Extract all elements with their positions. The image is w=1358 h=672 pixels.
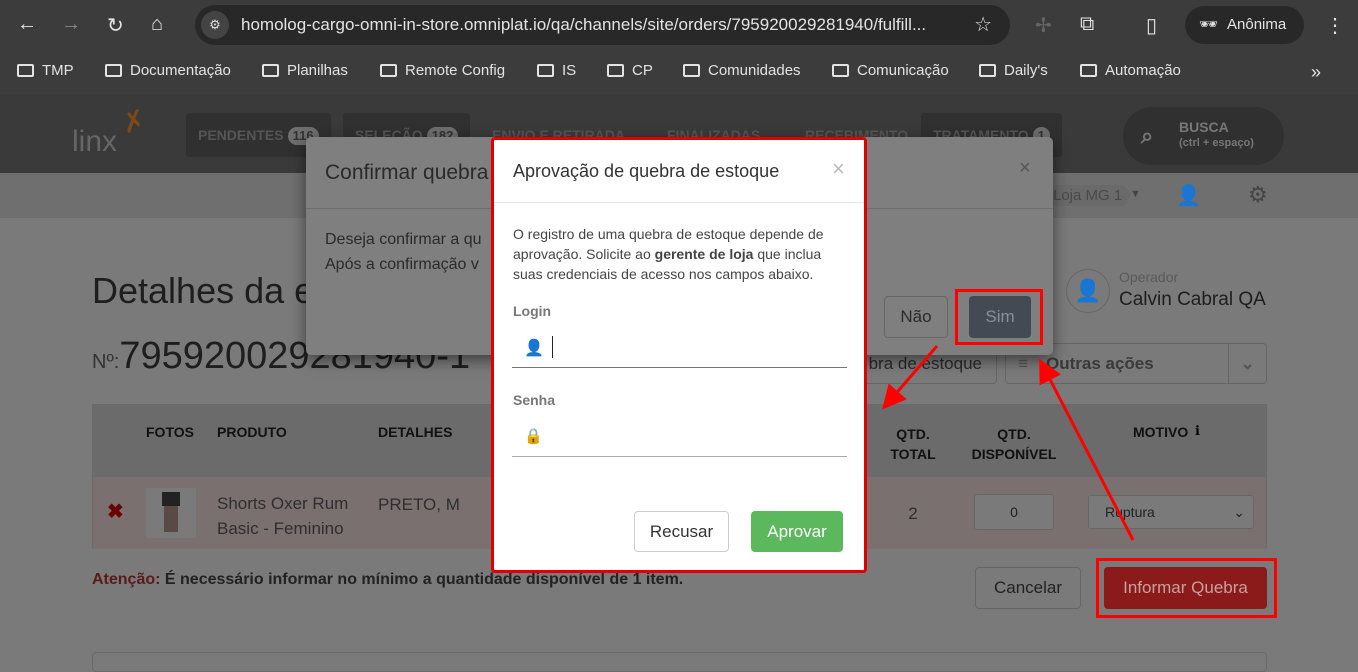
arrow-to-sim [1039,358,1135,541]
annotation-arrows [882,345,1135,541]
arrow-to-modal [882,345,939,410]
